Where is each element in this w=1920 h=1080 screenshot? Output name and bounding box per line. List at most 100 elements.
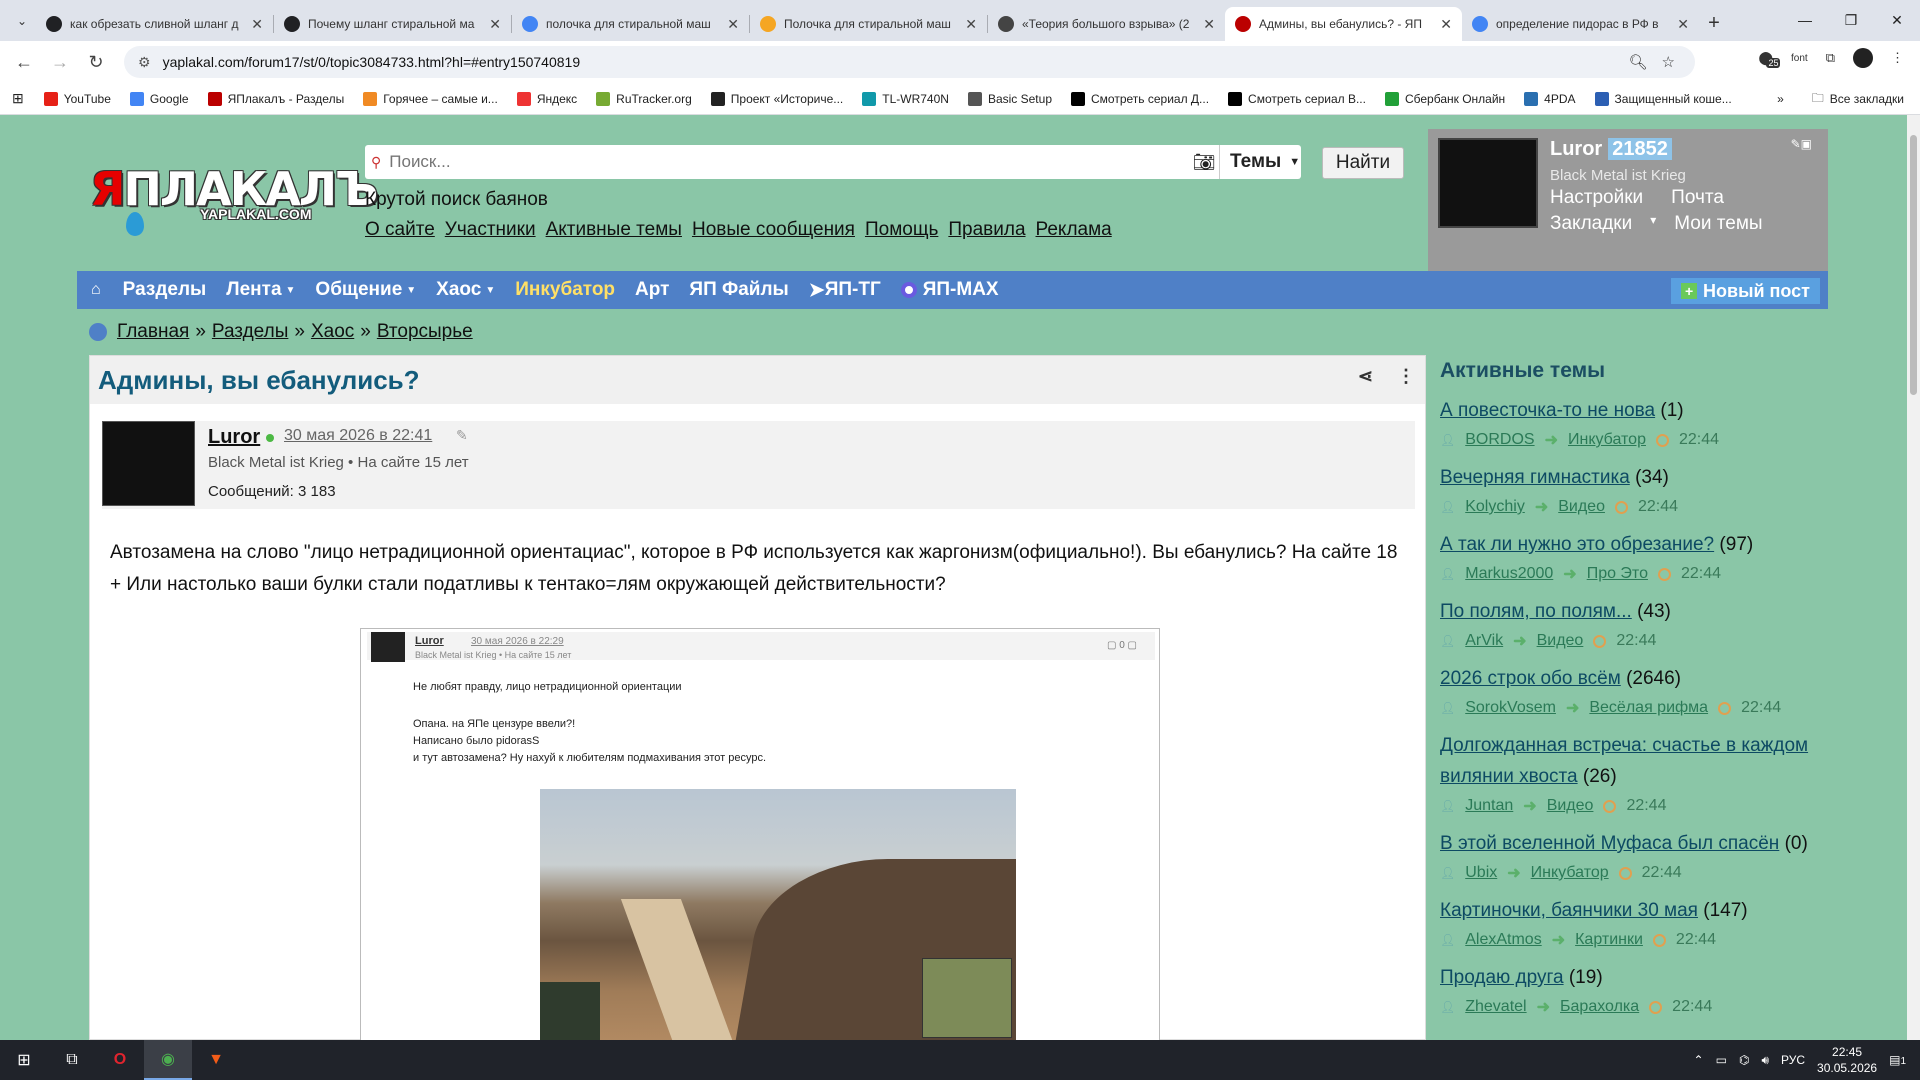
scrollbar-thumb[interactable]	[1910, 135, 1917, 395]
windows-start-icon[interactable]: ⊞	[0, 1040, 48, 1080]
bookmark-item[interactable]: Проект «Историче...	[710, 91, 843, 106]
notifications-icon[interactable]: ▤1	[1889, 1053, 1906, 1067]
nav-item[interactable]: Инкубатор	[515, 279, 615, 301]
brave-icon[interactable]: ▼	[192, 1040, 240, 1080]
back-icon[interactable]: ←	[10, 48, 38, 76]
post-avatar[interactable]	[102, 421, 195, 506]
bookmark-item[interactable]: 4PDA	[1524, 91, 1576, 106]
bookmark-item[interactable]: Сбербанк Онлайн	[1384, 91, 1505, 106]
pin-icon[interactable]: ✎▣	[1791, 137, 1812, 151]
active-topic-author[interactable]: Ubix	[1465, 864, 1497, 882]
all-bookmarks[interactable]: 🗀 Все закладки	[1812, 89, 1904, 110]
breadcrumb-link[interactable]: Хаос	[311, 321, 354, 343]
site-logo[interactable]: ЯПЛАКАЛЪ YAPLAKAL.COM	[90, 162, 378, 250]
forward-icon[interactable]: →	[46, 48, 74, 76]
browser-tab[interactable]: Полочка для стиральной маш ✕	[750, 7, 987, 41]
new-tab-button[interactable]: +	[1699, 12, 1729, 35]
bookmark-item[interactable]: ЯПлакалъ - Разделы	[207, 91, 344, 106]
top-link[interactable]: Участники	[445, 219, 536, 241]
post-date[interactable]: 30 мая 2026 в 22:41	[284, 427, 432, 445]
active-topic-section[interactable]: Про Это	[1587, 565, 1648, 583]
breadcrumb-link[interactable]: Разделы	[212, 321, 288, 343]
language-indicator[interactable]: РУС	[1781, 1053, 1805, 1067]
active-topic-author[interactable]: Zhevatel	[1465, 998, 1526, 1016]
more-bookmarks-icon[interactable]: »	[1777, 92, 1784, 106]
active-topic-link[interactable]: В этой вселенной Муфаса был спасён	[1440, 833, 1779, 854]
active-topic-section[interactable]: Инкубатор	[1531, 864, 1609, 882]
active-topic-section[interactable]: Видео	[1547, 797, 1594, 815]
tab-close-icon[interactable]: ✕	[1203, 16, 1215, 33]
battery-icon[interactable]: ▭	[1716, 1053, 1727, 1067]
active-topic-author[interactable]: AlexAtmos	[1465, 931, 1541, 949]
themes-select[interactable]: Темы ▼	[1219, 145, 1301, 179]
nav-item[interactable]: Арт	[635, 279, 669, 301]
more-icon[interactable]: ⋮	[1397, 366, 1415, 387]
nav-item[interactable]: Разделы	[123, 279, 207, 301]
tab-search-icon[interactable]: ⌄	[8, 7, 36, 35]
menu-dots-icon[interactable]: ⋮	[1891, 50, 1904, 66]
active-topic-link[interactable]: Долгожданная встреча: счастье в каждом в…	[1440, 735, 1808, 787]
minimize-icon[interactable]: —	[1782, 0, 1828, 40]
bookmark-item[interactable]: Смотреть сериал Д...	[1071, 91, 1209, 106]
active-topic-author[interactable]: Markus2000	[1465, 565, 1553, 583]
bookmark-item[interactable]: Яндекс	[516, 91, 577, 106]
top-link[interactable]: Правила	[948, 219, 1025, 241]
active-topic-author[interactable]: ArVik	[1465, 632, 1503, 650]
breadcrumb-link[interactable]: Вторсырье	[377, 321, 473, 343]
active-topic-link[interactable]: Картиночки, баянчики 30 мая	[1440, 900, 1698, 921]
user-avatar[interactable]	[1438, 138, 1538, 228]
active-topic-link[interactable]: По полям, по полям...	[1440, 601, 1632, 622]
active-topic-section[interactable]: Видео	[1558, 498, 1605, 516]
user-link[interactable]: Почта	[1671, 187, 1724, 209]
home-icon[interactable]: ⌂	[91, 281, 101, 299]
restore-icon[interactable]: ❐	[1828, 0, 1874, 40]
active-topic-link[interactable]: 2026 строк обо всём	[1440, 668, 1621, 689]
search-input[interactable]	[389, 152, 1189, 172]
bookmark-item[interactable]: RuTracker.org	[596, 91, 692, 106]
bookmark-item[interactable]: Горячее – самые и...	[363, 91, 498, 106]
tab-close-icon[interactable]: ✕	[1440, 16, 1452, 33]
camera-icon[interactable]: 📷︎	[1189, 152, 1219, 173]
active-topic-link[interactable]: А повесточка-то не нова	[1440, 400, 1655, 421]
top-link[interactable]: Активные темы	[546, 219, 682, 241]
active-topic-link[interactable]: А так ли нужно это обрезание?	[1440, 534, 1714, 555]
tab-close-icon[interactable]: ✕	[965, 16, 977, 33]
active-topic-author[interactable]: Juntan	[1465, 797, 1513, 815]
active-topic-author[interactable]: BORDOS	[1465, 431, 1534, 449]
zoom-icon[interactable]: 🔍︎	[1629, 53, 1648, 71]
browser-tab[interactable]: «Теория большого взрыва» (2 ✕	[988, 7, 1225, 41]
active-topic-section[interactable]: Весёлая рифма	[1589, 699, 1708, 717]
user-link[interactable]: Закладки	[1550, 213, 1632, 235]
tab-close-icon[interactable]: ✕	[489, 16, 501, 33]
close-window-icon[interactable]: ✕	[1874, 0, 1920, 40]
page-scrollbar[interactable]	[1907, 115, 1920, 1040]
bookmark-item[interactable]: Защищенный коше...	[1594, 91, 1732, 106]
opera-icon[interactable]: O	[96, 1040, 144, 1080]
edit-icon[interactable]: ✎	[456, 427, 468, 444]
active-topic-section[interactable]: Барахолка	[1560, 998, 1639, 1016]
bookmark-item[interactable]: Смотреть сериал В...	[1228, 91, 1366, 106]
active-topic-section[interactable]: Инкубатор	[1568, 431, 1646, 449]
reload-icon[interactable]: ↻	[82, 48, 110, 76]
browser-tab[interactable]: определение пидорас в РФ в ✕	[1462, 7, 1699, 41]
nav-item[interactable]: ➤ ЯП-ТГ	[809, 279, 881, 302]
bookmark-item[interactable]: Google	[129, 91, 189, 106]
browser-tab[interactable]: Админы, вы ебанулись? - ЯП ✕	[1225, 7, 1462, 41]
active-topic-section[interactable]: Картинки	[1575, 931, 1643, 949]
top-link[interactable]: Новые сообщения	[692, 219, 855, 241]
bookmark-item[interactable]: Basic Setup	[967, 91, 1052, 106]
chrome-icon[interactable]: ◉	[144, 1040, 192, 1080]
active-topic-author[interactable]: SorokVosem	[1465, 699, 1556, 717]
tab-close-icon[interactable]: ✕	[1677, 16, 1689, 33]
browser-tab[interactable]: Почему шланг стиральной ма ✕	[274, 7, 511, 41]
new-post-button[interactable]: + Новый пост	[1671, 278, 1820, 304]
extensions-puzzle-icon[interactable]: ⧉	[1826, 50, 1835, 66]
embedded-screenshot[interactable]: Luror 30 мая 2026 в 22:29 Black Metal is…	[360, 628, 1160, 1041]
breadcrumb-link[interactable]: Главная	[117, 321, 189, 343]
user-link[interactable]: Настройки	[1550, 187, 1643, 209]
browser-tab[interactable]: как обрезать сливной шланг д ✕	[36, 7, 273, 41]
nav-item[interactable]: Общение ▼	[315, 279, 416, 301]
tab-close-icon[interactable]: ✕	[727, 16, 739, 33]
post-author[interactable]: Luror	[208, 426, 275, 449]
active-topic-author[interactable]: Kolychiy	[1465, 498, 1525, 516]
